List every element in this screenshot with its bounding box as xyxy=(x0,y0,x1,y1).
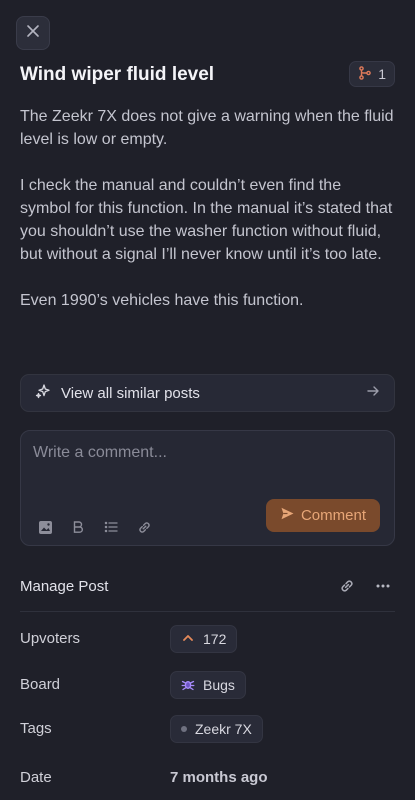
manage-post-label: Manage Post xyxy=(20,577,109,595)
view-similar-posts-label: View all similar posts xyxy=(61,384,200,402)
list-icon[interactable] xyxy=(103,519,119,535)
upvote-button[interactable]: 172 xyxy=(170,625,238,653)
tag-dot-icon xyxy=(181,726,187,732)
post-paragraph: Even 1990’s vehicles have this function. xyxy=(20,292,304,309)
board-label: Board xyxy=(20,676,61,693)
post-title: Wind wiper fluid level xyxy=(20,64,215,85)
manage-post-row: Manage Post xyxy=(20,570,395,602)
sparkle-icon xyxy=(35,383,51,403)
board-name: Bugs xyxy=(203,677,235,693)
upvoters-label: Upvoters xyxy=(20,630,81,647)
send-icon xyxy=(280,506,295,525)
close-icon xyxy=(26,24,40,43)
date-label: Date xyxy=(20,769,52,786)
more-icon[interactable] xyxy=(371,574,395,598)
close-button[interactable] xyxy=(16,16,50,50)
link-icon[interactable] xyxy=(335,574,359,598)
upvote-count: 172 xyxy=(203,631,227,647)
bold-icon[interactable] xyxy=(70,519,86,535)
tag-name: Zeekr 7X xyxy=(195,721,252,737)
merge-icon xyxy=(358,65,372,83)
upvote-arrow-icon xyxy=(181,631,195,648)
image-icon[interactable] xyxy=(37,519,53,535)
post-body: The Zeekr 7X does not give a warning whe… xyxy=(20,105,395,335)
comment-submit-button[interactable]: Comment xyxy=(265,499,380,532)
board-chip[interactable]: Bugs xyxy=(170,671,246,699)
post-date: 7 months ago xyxy=(170,769,268,786)
comment-submit-label: Comment xyxy=(300,507,366,524)
merge-count: 1 xyxy=(378,66,386,82)
tags-label: Tags xyxy=(20,720,52,737)
comment-composer: Comment xyxy=(20,430,395,546)
arrow-right-icon xyxy=(366,384,380,402)
formatting-toolbar xyxy=(37,519,152,535)
link-icon[interactable] xyxy=(136,519,152,535)
comment-input[interactable] xyxy=(33,441,383,465)
divider xyxy=(20,611,395,612)
merge-badge[interactable]: 1 xyxy=(349,61,395,87)
post-paragraph: The Zeekr 7X does not give a warning whe… xyxy=(20,108,394,148)
bug-icon xyxy=(181,677,195,694)
post-paragraph: I check the manual and couldn’t even fin… xyxy=(20,177,393,263)
view-similar-posts-button[interactable]: View all similar posts xyxy=(20,374,395,412)
tag-chip[interactable]: Zeekr 7X xyxy=(170,715,263,743)
